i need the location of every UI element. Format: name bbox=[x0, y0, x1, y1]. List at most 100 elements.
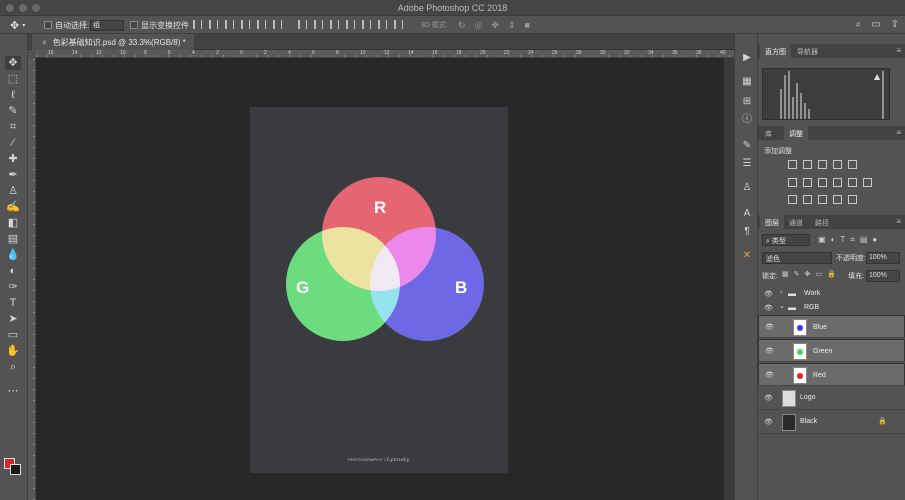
align-hcenter-icon[interactable] bbox=[257, 20, 266, 29]
chevron-down-icon[interactable]: ⌄ bbox=[779, 302, 785, 310]
3d-orbit-icon[interactable]: ↻ bbox=[458, 20, 466, 31]
history-brush-tool-icon[interactable]: ✍ bbox=[5, 200, 21, 214]
lock-artboard-icon[interactable]: ▭ bbox=[815, 270, 822, 278]
posterize-icon[interactable] bbox=[803, 195, 812, 204]
hue-saturation-icon[interactable] bbox=[788, 178, 797, 187]
vibrance-icon[interactable] bbox=[848, 160, 857, 169]
visibility-eye-icon[interactable]: 👁 bbox=[765, 323, 774, 333]
auto-select-dropdown[interactable]: 组 bbox=[90, 19, 124, 31]
show-transform-checkbox[interactable]: 显示变换控件 bbox=[130, 19, 189, 31]
lock-pixels-icon[interactable]: ✎ bbox=[794, 270, 800, 278]
auto-align-icon[interactable] bbox=[394, 20, 403, 29]
threshold-icon[interactable] bbox=[818, 195, 827, 204]
3d-slide-icon[interactable]: ⇕ bbox=[508, 20, 516, 31]
distribute-top-icon[interactable] bbox=[298, 20, 307, 29]
distribute-hcenter-icon[interactable] bbox=[362, 20, 371, 29]
layer-logo[interactable]: 👁 Logo bbox=[758, 387, 905, 410]
align-vcenter-icon[interactable] bbox=[209, 20, 218, 29]
path-selection-tool-icon[interactable]: ➤ bbox=[5, 312, 21, 326]
color-lookup-icon[interactable] bbox=[863, 178, 872, 187]
sliders-icon[interactable]: ☰ bbox=[741, 158, 753, 170]
filter-shape-icon[interactable]: ⌗ bbox=[850, 235, 855, 245]
document-canvas[interactable]: R G B PHOTOGRAPHY / Lynnsky bbox=[250, 107, 508, 473]
3d-scale-icon[interactable]: ■ bbox=[525, 20, 530, 30]
search-icon[interactable]: ⌕ bbox=[856, 19, 862, 30]
rectangle-tool-icon[interactable]: ▭ bbox=[5, 328, 21, 342]
levels-icon[interactable] bbox=[803, 160, 812, 169]
healing-brush-tool-icon[interactable]: ✚ bbox=[5, 152, 21, 166]
background-color-swatch[interactable] bbox=[10, 464, 21, 475]
distribute-icons[interactable] bbox=[298, 20, 403, 30]
brush-settings-icon[interactable]: ✎ bbox=[741, 140, 753, 152]
type-tool-icon[interactable]: T bbox=[5, 296, 21, 310]
paragraph-icon[interactable]: ¶ bbox=[741, 226, 753, 238]
workspace-icon[interactable]: ▭ bbox=[871, 19, 880, 30]
move-tool-preset-icon[interactable]: ✥ ▾ bbox=[10, 19, 25, 32]
3d-mode-icons[interactable]: ↻ ◎ ✥ ⇕ ■ bbox=[458, 19, 530, 31]
layer-red[interactable]: 👁 Red bbox=[758, 363, 905, 386]
lock-transparent-icon[interactable]: ▦ bbox=[782, 270, 789, 278]
black-white-icon[interactable] bbox=[818, 178, 827, 187]
tool-presets-icon[interactable]: ✕ bbox=[741, 250, 753, 262]
gradient-map-icon[interactable] bbox=[833, 195, 842, 204]
hand-tool-icon[interactable]: ✋ bbox=[5, 344, 21, 358]
lock-all-icon[interactable]: 🔒 bbox=[827, 270, 836, 278]
align-right-icon[interactable] bbox=[273, 20, 282, 29]
align-top-icon[interactable] bbox=[193, 20, 202, 29]
eraser-tool-icon[interactable]: ◧ bbox=[5, 216, 21, 230]
info-icon[interactable]: ⓘ bbox=[741, 114, 753, 126]
zoom-tool-icon[interactable]: ⌕ bbox=[5, 360, 21, 374]
properties-icon[interactable]: ⊞ bbox=[741, 96, 753, 108]
lasso-tool-icon[interactable]: ℓ bbox=[5, 88, 21, 102]
character-icon[interactable]: A bbox=[741, 208, 753, 220]
visibility-eye-icon[interactable]: 👁 bbox=[765, 347, 774, 357]
share-icon[interactable]: ⇪ bbox=[891, 19, 899, 30]
distribute-left-icon[interactable] bbox=[346, 20, 355, 29]
channel-mixer-icon[interactable] bbox=[848, 178, 857, 187]
lock-position-icon[interactable]: ✥ bbox=[805, 270, 811, 278]
document-tab[interactable]: × 色彩基础知识.psd @ 33.3%(RGB/8) * bbox=[32, 34, 194, 50]
quick-select-tool-icon[interactable]: ✎ bbox=[5, 104, 21, 118]
align-bottom-icon[interactable] bbox=[225, 20, 234, 29]
chevron-right-icon[interactable]: › bbox=[780, 289, 782, 296]
color-balance-icon[interactable] bbox=[803, 178, 812, 187]
invert-icon[interactable] bbox=[788, 195, 797, 204]
blur-tool-icon[interactable]: 💧 bbox=[5, 248, 21, 262]
exposure-icon[interactable] bbox=[833, 160, 842, 169]
opacity-input[interactable]: 100% bbox=[866, 252, 900, 264]
tab-histogram[interactable]: 直方图 bbox=[760, 44, 791, 58]
curves-icon[interactable] bbox=[818, 160, 827, 169]
align-left-icon[interactable] bbox=[241, 20, 250, 29]
filter-pixel-icon[interactable]: ▣ bbox=[818, 235, 826, 245]
blend-mode-dropdown[interactable]: 滤色 bbox=[762, 252, 832, 264]
brightness-icon[interactable] bbox=[788, 160, 797, 169]
vertical-ruler[interactable] bbox=[28, 58, 36, 500]
dodge-tool-icon[interactable]: ◐ bbox=[5, 264, 21, 278]
tab-layers[interactable]: 图层 bbox=[760, 215, 784, 229]
horizontal-ruler[interactable]: 16 14 12 10 8 6 4 2 0 2 4 6 8 10 12 14 16 18 20 22 24 26 28 30 3… bbox=[36, 50, 734, 58]
panel-menu-icon[interactable]: ≡ bbox=[896, 217, 901, 226]
brush-tool-icon[interactable]: ✒ bbox=[5, 168, 21, 182]
distribute-vcenter-icon[interactable] bbox=[314, 20, 323, 29]
close-tab-icon[interactable]: × bbox=[42, 38, 47, 47]
layer-black[interactable]: 👁 Black 🔒 bbox=[758, 411, 905, 434]
visibility-eye-icon[interactable]: 👁 bbox=[764, 394, 773, 402]
tab-adjustments[interactable]: 调整 bbox=[784, 126, 808, 140]
layer-green[interactable]: 👁 Green bbox=[758, 339, 905, 362]
filter-toggle-icon[interactable]: ● bbox=[872, 235, 877, 245]
3d-pan-icon[interactable]: ✥ bbox=[491, 20, 499, 31]
auto-select-checkbox[interactable]: 自动选择: bbox=[44, 19, 89, 31]
more-tools-icon[interactable]: ⋯ bbox=[5, 384, 21, 398]
photo-filter-icon[interactable] bbox=[833, 178, 842, 187]
filter-smart-object-icon[interactable]: ▤ bbox=[860, 235, 868, 245]
marquee-tool-icon[interactable]: ⬚ bbox=[5, 72, 21, 86]
layer-group-work[interactable]: 👁 › ▬ Work bbox=[758, 287, 905, 300]
visibility-eye-icon[interactable]: 👁 bbox=[764, 418, 773, 426]
clone-source-icon[interactable]: ♙ bbox=[741, 182, 753, 194]
3d-roll-icon[interactable]: ◎ bbox=[475, 20, 483, 31]
filter-type-icon[interactable]: T bbox=[840, 235, 845, 245]
vertical-scrollbar[interactable] bbox=[724, 58, 734, 500]
visibility-eye-icon[interactable]: 👁 bbox=[764, 304, 773, 312]
align-icons[interactable] bbox=[193, 20, 282, 30]
selective-color-icon[interactable] bbox=[848, 195, 857, 204]
